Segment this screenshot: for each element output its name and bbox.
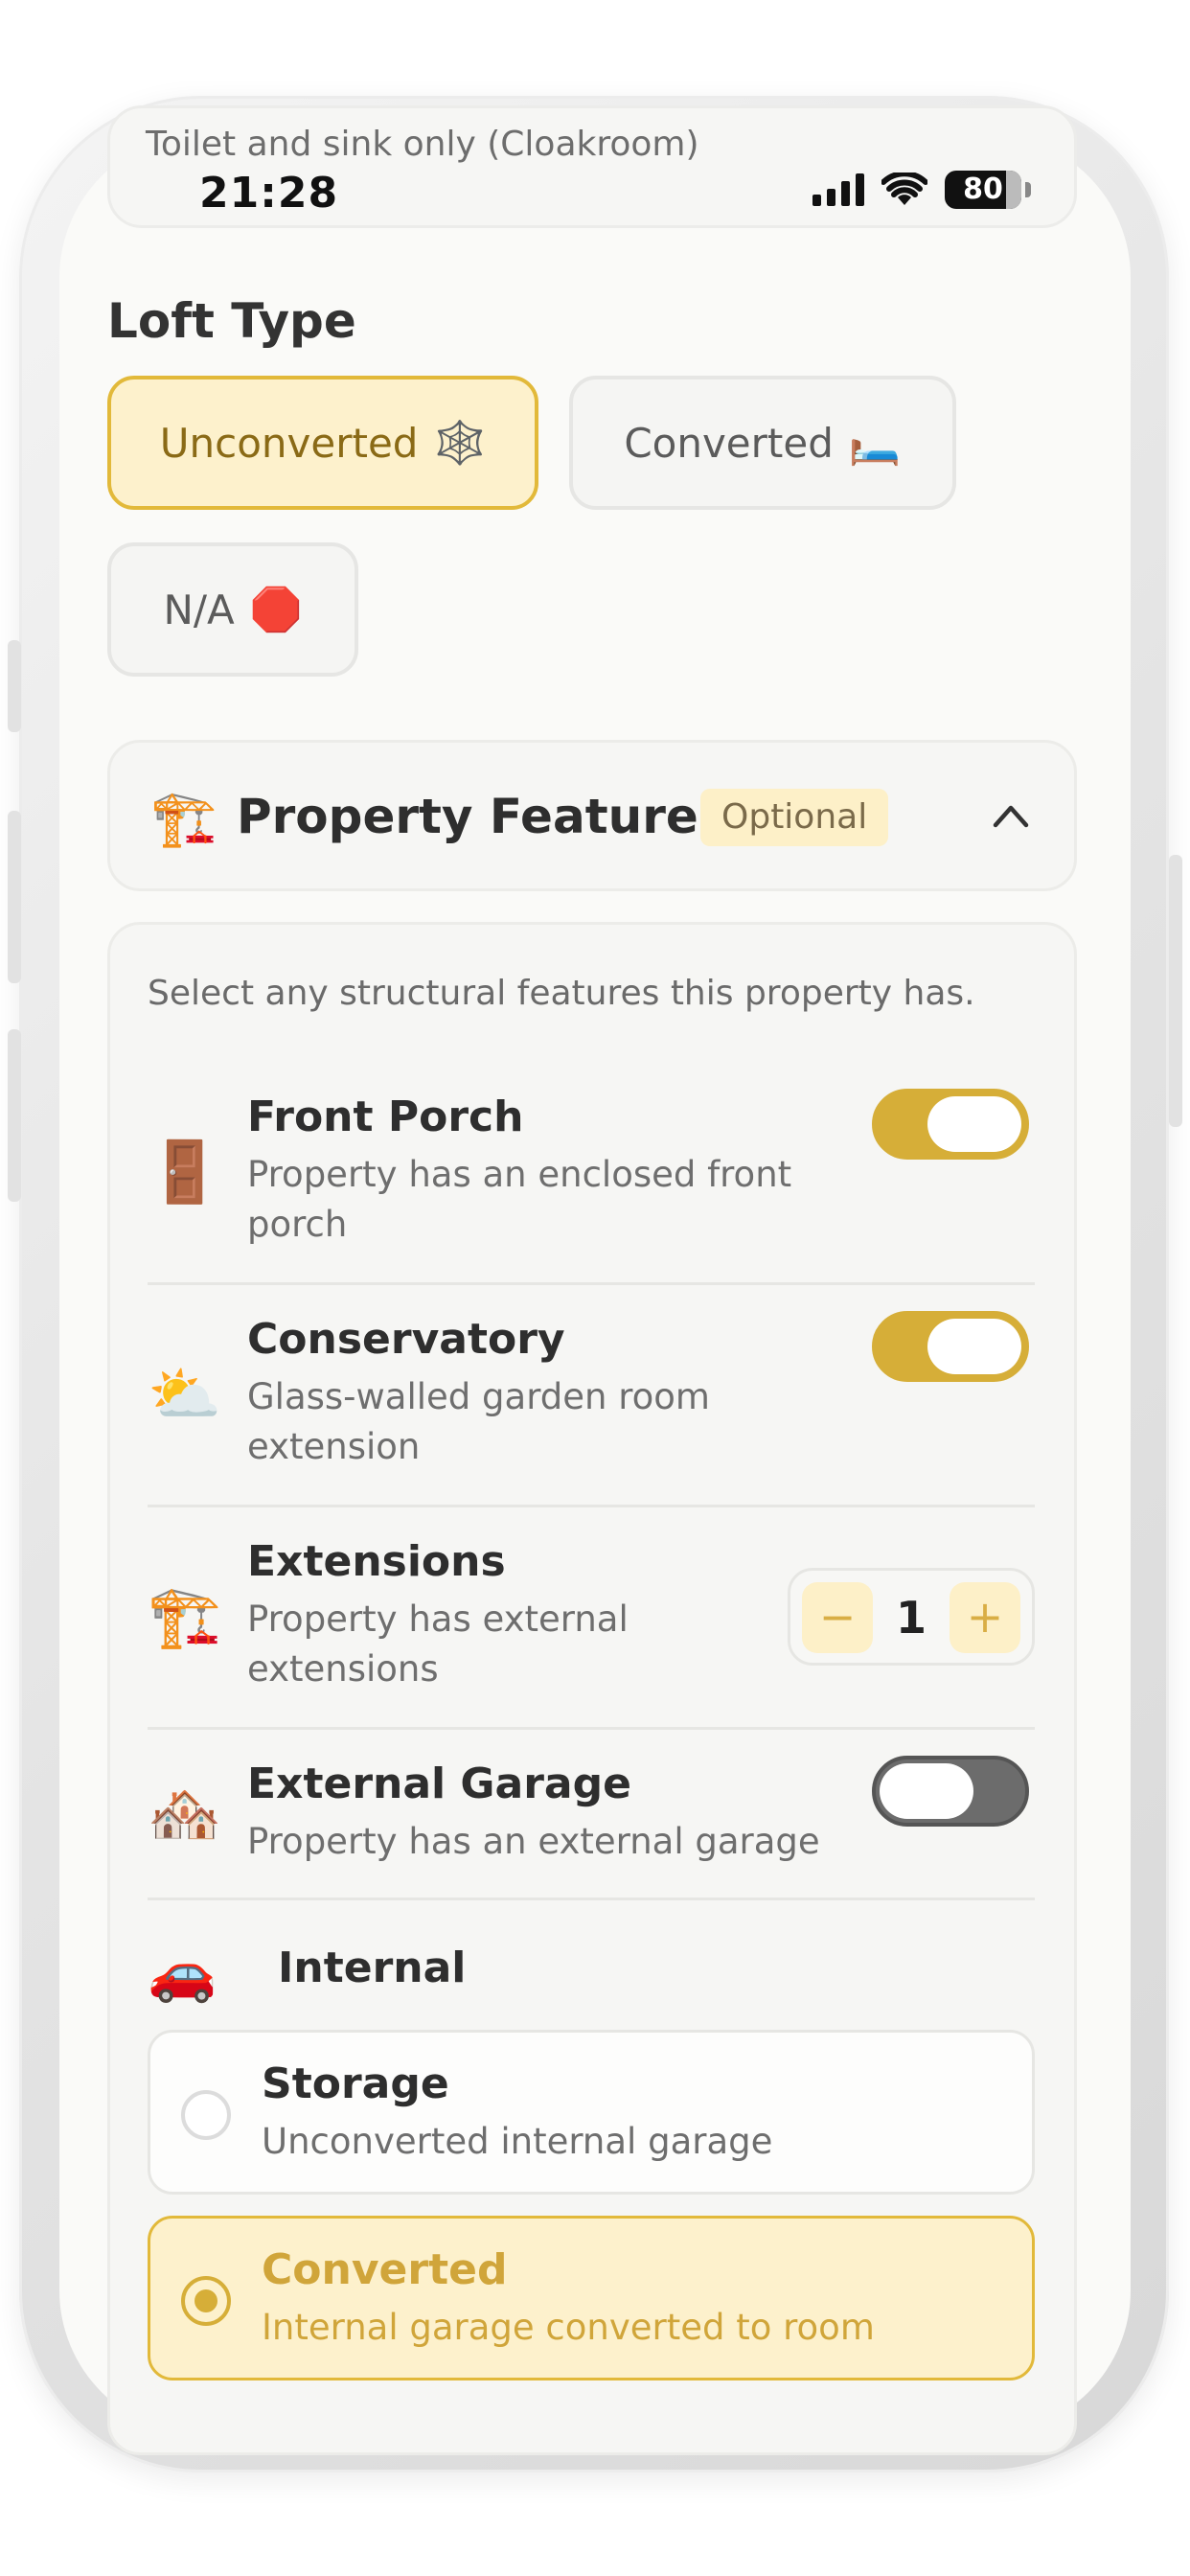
feature-description: Property has external extensions bbox=[247, 1598, 629, 1690]
battery-level: 80 bbox=[963, 172, 1003, 206]
features-description: Select any structural features this prop… bbox=[148, 974, 975, 1013]
cobweb-icon: 🕸️ bbox=[433, 419, 487, 468]
increment-button[interactable]: + bbox=[950, 1582, 1020, 1653]
option-subtitle: Internal garage converted to room bbox=[262, 2307, 875, 2348]
front-porch-toggle[interactable] bbox=[872, 1089, 1029, 1160]
feature-name: External Garage bbox=[247, 1760, 631, 1808]
loft-option-converted[interactable]: Converted 🛏️ bbox=[569, 376, 956, 510]
feature-name: Front Porch bbox=[247, 1092, 524, 1141]
external-garage-toggle[interactable] bbox=[872, 1756, 1029, 1827]
loft-type-title: Loft Type bbox=[107, 293, 356, 349]
feature-description: Glass-walled garden room extension bbox=[247, 1376, 710, 1467]
internal-option-converted[interactable]: Converted Internal garage converted to r… bbox=[148, 2216, 1035, 2380]
status-time: 21:28 bbox=[199, 169, 339, 218]
feature-name: Extensions bbox=[247, 1537, 506, 1586]
feature-description: Property has an external garage bbox=[247, 1821, 820, 1862]
extensions-stepper[interactable]: − 1 + bbox=[788, 1568, 1035, 1666]
crane-icon: 🏗️ bbox=[150, 788, 217, 850]
loft-option-label: Converted bbox=[624, 419, 834, 467]
power-button bbox=[1169, 855, 1182, 1127]
loft-option-unconverted[interactable]: Unconverted 🕸️ bbox=[107, 376, 538, 510]
property-features-header[interactable]: 🏗️ Property Features Optional bbox=[107, 740, 1077, 891]
feature-description: Property has an enclosed front porch bbox=[247, 1154, 792, 1245]
wifi-icon bbox=[881, 172, 927, 205]
status-icons: 80 bbox=[812, 171, 1031, 209]
previous-option-label: Toilet and sink only (Cloakroom) bbox=[146, 125, 699, 164]
houses-icon: 🏘️ bbox=[148, 1779, 222, 1849]
car-icon: 🚗 bbox=[148, 1940, 217, 2005]
page: Toilet and sink only (Cloakroom) 21:28 8… bbox=[0, 0, 1190, 2576]
loft-option-na[interactable]: N/A 🛑 bbox=[107, 542, 358, 677]
radio-button[interactable] bbox=[181, 2090, 231, 2140]
crane-icon: 🏗️ bbox=[148, 1581, 222, 1651]
radio-button[interactable] bbox=[181, 2276, 231, 2326]
optional-badge: Optional bbox=[700, 789, 889, 846]
divider bbox=[148, 1898, 1035, 1900]
internal-option-storage[interactable]: Storage Unconverted internal garage bbox=[148, 2030, 1035, 2195]
volume-down-button bbox=[8, 1029, 21, 1202]
option-subtitle: Unconverted internal garage bbox=[262, 2121, 773, 2162]
option-title: Storage bbox=[262, 2059, 449, 2108]
bed-icon: 🛏️ bbox=[848, 419, 902, 468]
divider bbox=[148, 1727, 1035, 1730]
chevron-up-icon[interactable] bbox=[992, 796, 1030, 835]
loft-option-label: Unconverted bbox=[159, 419, 419, 467]
cellular-signal-icon bbox=[812, 173, 864, 206]
conservatory-toggle[interactable] bbox=[872, 1311, 1029, 1382]
feature-name: Conservatory bbox=[247, 1315, 565, 1364]
option-title: Converted bbox=[262, 2245, 508, 2294]
battery-icon: 80 bbox=[945, 171, 1031, 209]
divider bbox=[148, 1505, 1035, 1507]
property-features-title: Property Features bbox=[237, 789, 727, 844]
loft-option-label: N/A bbox=[163, 586, 235, 633]
door-icon: 🚪 bbox=[148, 1137, 222, 1207]
internal-garage-label: Internal bbox=[278, 1944, 467, 1992]
divider bbox=[148, 1282, 1035, 1285]
sun-behind-cloud-icon: ⛅ bbox=[148, 1359, 222, 1429]
stop-sign-icon: 🛑 bbox=[249, 586, 303, 634]
volume-up-button bbox=[8, 811, 21, 983]
side-button bbox=[8, 640, 21, 732]
